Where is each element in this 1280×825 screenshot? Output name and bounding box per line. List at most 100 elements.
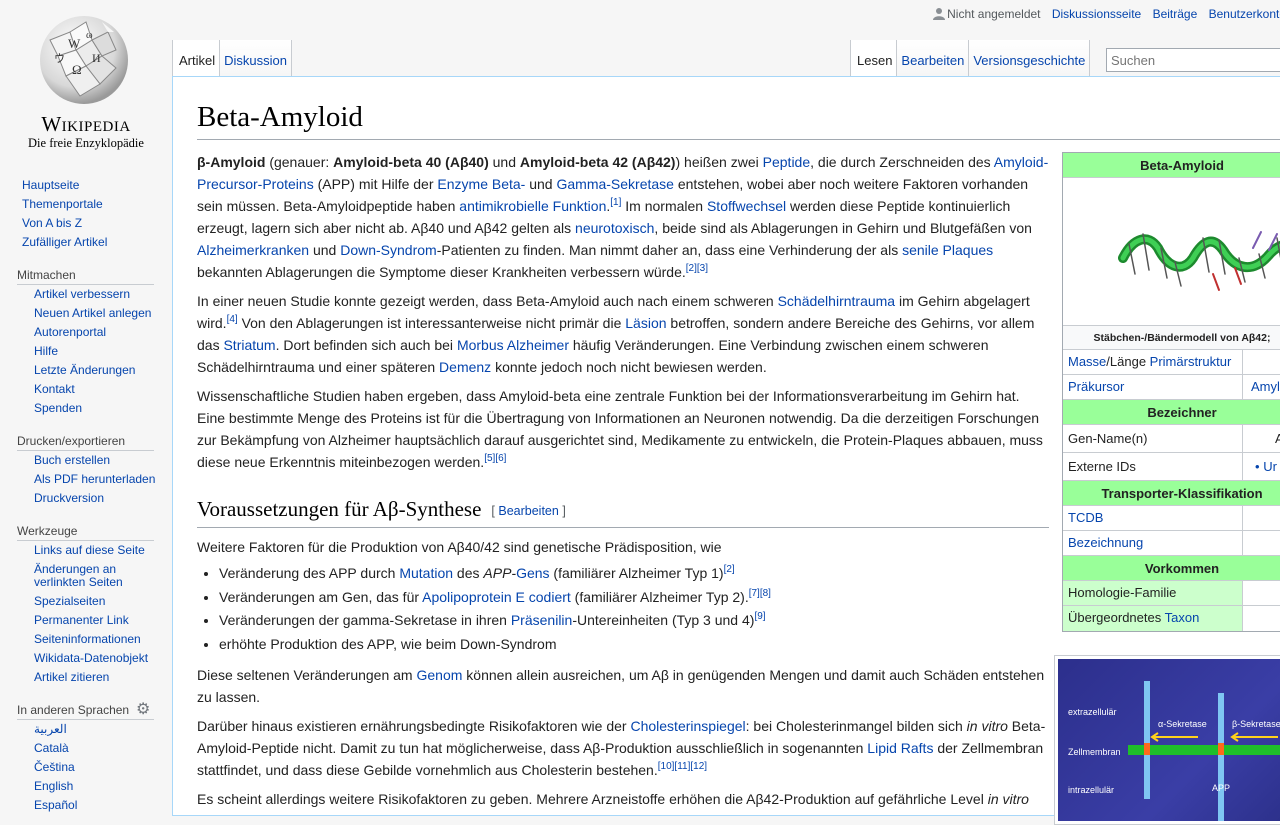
footnote-ref[interactable]: [2] xyxy=(686,263,697,274)
sidebar-item-als-pdf[interactable]: Als PDF herunterladen xyxy=(34,472,155,486)
footnote-ref[interactable]: [5] xyxy=(484,453,495,464)
tab-diskussion[interactable]: Diskussion xyxy=(220,40,292,76)
link-senile-plaques[interactable]: senile Plaques xyxy=(902,242,993,258)
portal-heading: Werkzeuge xyxy=(17,522,154,541)
footnote-ref[interactable]: [11] xyxy=(674,761,690,772)
link-tcdb[interactable]: TCDB xyxy=(1068,510,1103,525)
infobox-row-externe-ids: Externe IDs • Ur xyxy=(1063,453,1280,481)
footnote-ref[interactable]: [1] xyxy=(610,197,621,208)
link-cholesterinspiegel[interactable]: Cholesterinspiegel xyxy=(630,718,745,734)
create-account-link[interactable]: Benutzerkonto xyxy=(1209,7,1280,21)
language-link-ca[interactable]: Català xyxy=(34,741,69,755)
sidebar-item-hauptseite[interactable]: Hauptseite xyxy=(22,178,79,192)
sidebar-item-seiteninformationen[interactable]: Seiteninformationen xyxy=(34,632,141,646)
link-primaerstruktur[interactable]: Primärstruktur xyxy=(1150,354,1232,369)
sidebar-item-artikel-zitieren[interactable]: Artikel zitieren xyxy=(34,670,109,684)
sidebar-item-zufaelliger-artikel[interactable]: Zufälliger Artikel xyxy=(22,235,107,249)
svg-text:W: W xyxy=(68,36,81,51)
link-laesion[interactable]: Läsion xyxy=(625,315,666,331)
link-antimikrobiell[interactable]: antimikrobielle Funktion xyxy=(459,198,606,214)
language-link-ar[interactable]: العربية xyxy=(34,722,67,736)
sidebar-item-spenden[interactable]: Spenden xyxy=(34,401,82,415)
footnote-ref[interactable]: [4] xyxy=(227,314,238,325)
paragraph-studien: Wissenschaftliche Studien haben ergeben,… xyxy=(197,388,1043,470)
link-enzyme[interactable]: Enzyme Beta- xyxy=(437,176,525,192)
footnote-ref[interactable]: [10] xyxy=(658,761,675,772)
link-gamma-sekretase[interactable]: Gamma-Sekretase xyxy=(556,176,673,192)
link-down-syndrom[interactable]: Down-Syndrom xyxy=(340,242,436,258)
namespace-tabs: Artikel Diskussion xyxy=(172,40,292,76)
language-link-en[interactable]: English xyxy=(34,779,73,793)
svg-text:ウ: ウ xyxy=(54,52,65,65)
footnote-ref[interactable]: [8] xyxy=(760,588,771,599)
sidebar-item-buch-erstellen[interactable]: Buch erstellen xyxy=(34,453,110,467)
sidebar-item-themenportale[interactable]: Themenportale xyxy=(22,197,103,211)
paragraph-genom: Diese seltenen Veränderungen am Genom kö… xyxy=(197,667,1045,705)
link-bezeichnung[interactable]: Bezeichnung xyxy=(1068,535,1143,550)
sidebar-item-kontakt[interactable]: Kontakt xyxy=(34,382,75,396)
tab-artikel[interactable]: Artikel xyxy=(173,40,221,76)
language-link-es[interactable]: Español xyxy=(34,798,77,812)
sidebar-item-aenderungen-verlinkt[interactable]: Änderungen an verlinkten Seiten xyxy=(34,562,123,589)
footnote-ref[interactable]: [3] xyxy=(697,263,708,274)
paragraph-trauma: In einer neuen Studie konnte gezeigt wer… xyxy=(197,293,1035,375)
sidebar-item-von-a-bis-z[interactable]: Von A bis Z xyxy=(22,216,82,230)
link-genom[interactable]: Genom xyxy=(416,667,462,683)
link-stoffwechsel[interactable]: Stoffwechsel xyxy=(707,198,786,214)
link-schaedelhirntrauma[interactable]: Schädelhirntrauma xyxy=(778,293,896,309)
contributions-link[interactable]: Beiträge xyxy=(1153,7,1198,21)
footnote-ref[interactable]: [6] xyxy=(495,453,506,464)
footnote-ref[interactable]: [2] xyxy=(724,564,735,575)
label-alpha-sekretase: α-Sekretase xyxy=(1158,719,1207,729)
sidebar-item-links-auf-diese-seite[interactable]: Links auf diese Seite xyxy=(34,543,145,557)
sidebar-item-letzte-aenderungen[interactable]: Letzte Änderungen xyxy=(34,363,135,377)
tab-versionsgeschichte[interactable]: Versionsgeschichte xyxy=(969,40,1091,76)
link-gens[interactable]: Gens xyxy=(516,565,549,581)
footnote-ref[interactable]: [9] xyxy=(754,611,765,622)
protein-model-image[interactable] xyxy=(1063,178,1280,326)
sidebar-item-neuen-artikel[interactable]: Neuen Artikel anlegen xyxy=(34,306,151,320)
language-link-cs[interactable]: Čeština xyxy=(34,760,75,774)
link-striatum[interactable]: Striatum xyxy=(223,337,275,353)
link-apolipoprotein[interactable]: Apolipoprotein E codiert xyxy=(422,589,571,605)
link-masse[interactable]: Masse xyxy=(1068,354,1106,369)
wikipedia-tagline: Die freie Enzyklopädie xyxy=(28,136,144,150)
sidebar-item-autorenportal[interactable]: Autorenportal xyxy=(34,325,106,339)
link-uniprot[interactable]: Ur xyxy=(1263,459,1277,474)
gear-icon[interactable]: ⚙ xyxy=(136,702,152,718)
tab-lesen[interactable]: Lesen xyxy=(851,40,898,76)
section-edit-link[interactable]: Bearbeiten xyxy=(498,504,558,518)
sidebar: Hauptseite Themenportale Von A bis Z Zuf… xyxy=(0,176,172,815)
infobox: Beta-Amyloid Stäbchen-/Bändermodell von … xyxy=(1062,152,1280,632)
sidebar-item-hilfe[interactable]: Hilfe xyxy=(34,344,58,358)
link-taxon[interactable]: Taxon xyxy=(1165,610,1200,625)
link-praekursor[interactable]: Präkursor xyxy=(1068,379,1124,394)
link-neurotoxisch[interactable]: neurotoxisch xyxy=(575,220,654,236)
label-zellmembran: Zellmembran xyxy=(1068,747,1121,757)
footnote-ref[interactable]: [12] xyxy=(690,761,707,772)
portal-heading: Drucken/exportieren xyxy=(17,432,154,451)
portal-werkzeuge: Werkzeuge Links auf diese Seite Änderung… xyxy=(0,522,172,687)
sidebar-item-artikel-verbessern[interactable]: Artikel verbessern xyxy=(34,287,130,301)
footnote-ref[interactable]: [7] xyxy=(749,588,760,599)
link-praesenilin[interactable]: Präsenilin xyxy=(511,612,572,628)
tab-bearbeiten[interactable]: Bearbeiten xyxy=(897,40,970,76)
search-input[interactable] xyxy=(1106,48,1280,72)
sidebar-item-spezialseiten[interactable]: Spezialseiten xyxy=(34,594,105,608)
user-icon xyxy=(933,8,946,20)
section-edit: [ Bearbeiten ] xyxy=(491,504,566,518)
link-alzheimerkranke[interactable]: Alzheimerkranken xyxy=(197,242,309,258)
sidebar-item-wikidata[interactable]: Wikidata-Datenobjekt xyxy=(34,651,148,665)
link-morbus-alzheimer[interactable]: Morbus Alzheimer xyxy=(457,337,569,353)
talk-page-link[interactable]: Diskussionsseite xyxy=(1052,7,1141,21)
sidebar-item-permanenter-link[interactable]: Permanenter Link xyxy=(34,613,129,627)
link-lipid-rafts[interactable]: Lipid Rafts xyxy=(867,740,933,756)
wikipedia-logo[interactable]: W И Ω ウ ω Wikipedia Die freie Enzyklopäd… xyxy=(0,0,172,160)
list-item: Veränderungen der gamma-Sekretase in ihr… xyxy=(219,609,1049,633)
sidebar-item-druckversion[interactable]: Druckversion xyxy=(34,491,104,505)
link-demenz[interactable]: Demenz xyxy=(439,359,491,375)
link-amyloid-precursor[interactable]: Amyl xyxy=(1251,379,1280,394)
paragraph-faktoren: Weitere Faktoren für die Produktion von … xyxy=(197,539,722,555)
link-mutation[interactable]: Mutation xyxy=(399,565,453,581)
link-peptide[interactable]: Peptide xyxy=(763,154,810,170)
